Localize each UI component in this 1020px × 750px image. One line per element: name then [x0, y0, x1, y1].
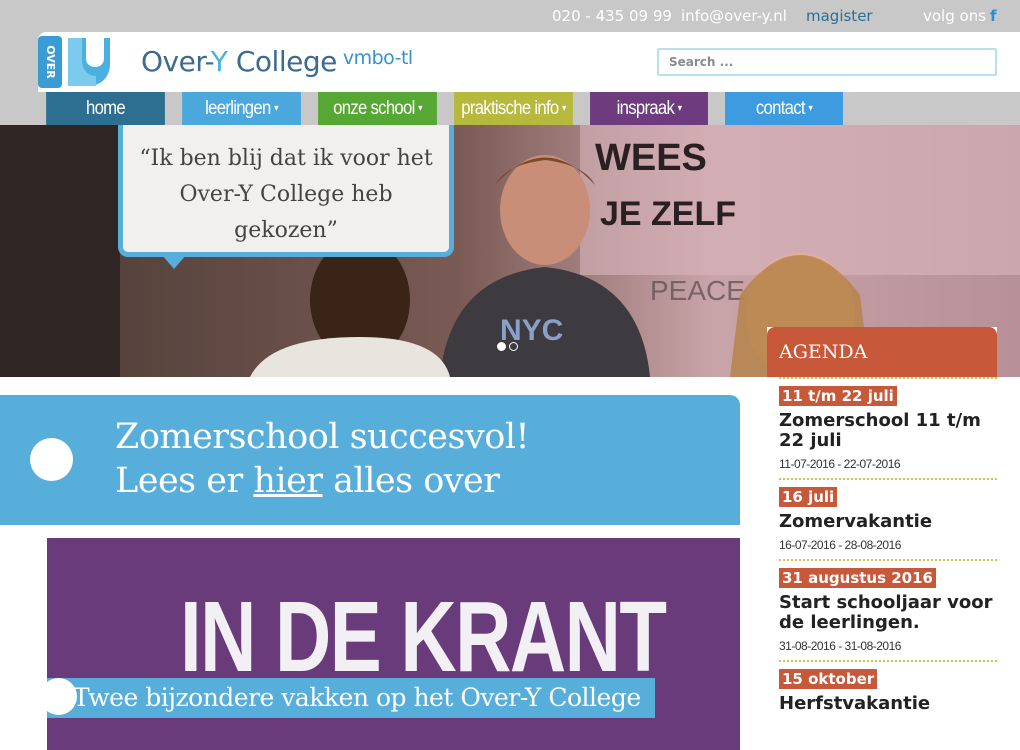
agenda-item[interactable]: 15 oktober Herfstvakantie [779, 660, 997, 721]
nav-home[interactable]: home [46, 92, 165, 125]
agenda-panel: AGENDA 11 t/m 22 juli Zomerschool 11 t/m… [767, 327, 997, 750]
nav-inspraak[interactable]: inspraak ▾ [590, 92, 708, 125]
magister-link[interactable]: magister [806, 7, 873, 25]
wall-text-wees: WEES [595, 137, 707, 179]
agenda-date: 15 oktober [779, 669, 878, 689]
banner-text-after: alles over [322, 461, 500, 501]
nav-inspraak-label: inspraak [616, 98, 675, 119]
nav-contact[interactable]: contact ▾ [725, 92, 843, 125]
chevron-down-icon: ▾ [562, 103, 566, 115]
agenda-date: 31 augustus 2016 [779, 568, 936, 588]
phone-number[interactable]: 020 - 435 09 99 [552, 7, 672, 25]
agenda-list: 11 t/m 22 juli Zomerschool 11 t/m 22 jul… [767, 377, 997, 721]
nav-contact-label: contact [755, 98, 806, 119]
slider-dot-2[interactable] [509, 342, 518, 351]
news-feature[interactable]: IN DE KRANT Twee bijzondere vakken op he… [47, 538, 740, 750]
agenda-item[interactable]: 16 juli Zomervakantie 16-07-2016 - 28-08… [779, 478, 997, 559]
testimonial-quote: “Ik ben blij dat ik voor het Over-Y Coll… [118, 125, 454, 257]
quote-line-1: “Ik ben blij dat ik voor het [139, 146, 433, 171]
brand-subtitle: vmbo-tl [342, 47, 413, 69]
quote-tail [162, 255, 186, 269]
follow-us-label: volg ons [923, 7, 987, 25]
brand-y: Y [210, 45, 228, 78]
chevron-down-icon: ▾ [274, 103, 278, 115]
nav-praktische-info[interactable]: praktische info ▾ [454, 92, 573, 125]
search-input[interactable]: Search ... [657, 48, 997, 76]
agenda-item[interactable]: 31 augustus 2016 Start schooljaar voor d… [779, 559, 997, 660]
agenda-item[interactable]: 11 t/m 22 juli Zomerschool 11 t/m 22 jul… [779, 377, 997, 478]
nav-leerlingen-label: leerlingen [205, 98, 271, 119]
agenda-date-range: 16-07-2016 - 28-08-2016 [779, 538, 901, 552]
nav-praktische-info-label: praktische info [461, 98, 559, 119]
logo-text: OVER [44, 45, 57, 79]
banner-subline: Lees er hier alles over [115, 461, 500, 501]
over-y-logo[interactable]: OVER [38, 36, 112, 88]
banner-text-before: Lees er [115, 461, 254, 501]
circle-icon [30, 438, 73, 481]
site-title[interactable]: Over-Y College vmbo-tl [141, 45, 413, 78]
agenda-event-title[interactable]: Zomervakantie [779, 512, 997, 532]
chevron-down-icon: ▾ [418, 103, 422, 115]
site-header: OVER Over-Y College vmbo-tl Search ... [0, 32, 1020, 92]
nav-home-label: home [85, 98, 126, 119]
wall-text-peace: PEACE [650, 275, 745, 306]
main-navigation: home leerlingen ▾ onze school ▾ praktische… [0, 92, 1020, 125]
email-link[interactable]: info@over-y.nl [681, 7, 787, 25]
follow-us-link[interactable]: volg ons f [923, 7, 997, 25]
brand-college: College [227, 45, 337, 78]
quote-line-2: Over-Y College heb [179, 182, 393, 207]
slider-dots [497, 338, 521, 356]
chevron-down-icon: ▾ [808, 103, 813, 115]
banner-headline: Zomerschool succesvol! [115, 417, 530, 457]
facebook-icon[interactable]: f [990, 7, 997, 25]
wall-text-je-zelf: JE ZELF [600, 195, 736, 233]
news-caption[interactable]: Twee bijzondere vakken op het Over-Y Col… [47, 678, 655, 718]
circle-icon [40, 678, 77, 715]
nav-leerlingen[interactable]: leerlingen ▾ [182, 92, 301, 125]
nav-onze-school[interactable]: onze school ▾ [318, 92, 437, 125]
agenda-event-title[interactable]: Herfstvakantie [779, 694, 997, 714]
slider-dot-1[interactable] [497, 342, 506, 351]
agenda-title: AGENDA [767, 327, 997, 377]
agenda-date: 11 t/m 22 juli [779, 386, 897, 406]
quote-line-3: gekozen” [234, 218, 338, 243]
zomerschool-banner[interactable]: Zomerschool succesvol! Lees er hier alle… [0, 395, 740, 525]
brand-over: Over- [141, 45, 211, 78]
agenda-date-range: 11-07-2016 - 22-07-2016 [779, 457, 901, 471]
top-bar: 020 - 435 09 99 info@over-y.nl magister … [0, 0, 1020, 32]
agenda-event-title[interactable]: Zomerschool 11 t/m 22 juli [779, 411, 997, 451]
agenda-event-title[interactable]: Start schooljaar voor de leerlingen. [779, 593, 997, 633]
agenda-date-range: 31-08-2016 - 31-08-2016 [779, 639, 901, 653]
nav-onze-school-label: onze school [333, 98, 415, 119]
chevron-down-icon: ▾ [677, 103, 682, 115]
agenda-date: 16 juli [779, 487, 838, 507]
banner-link[interactable]: hier [253, 461, 323, 501]
